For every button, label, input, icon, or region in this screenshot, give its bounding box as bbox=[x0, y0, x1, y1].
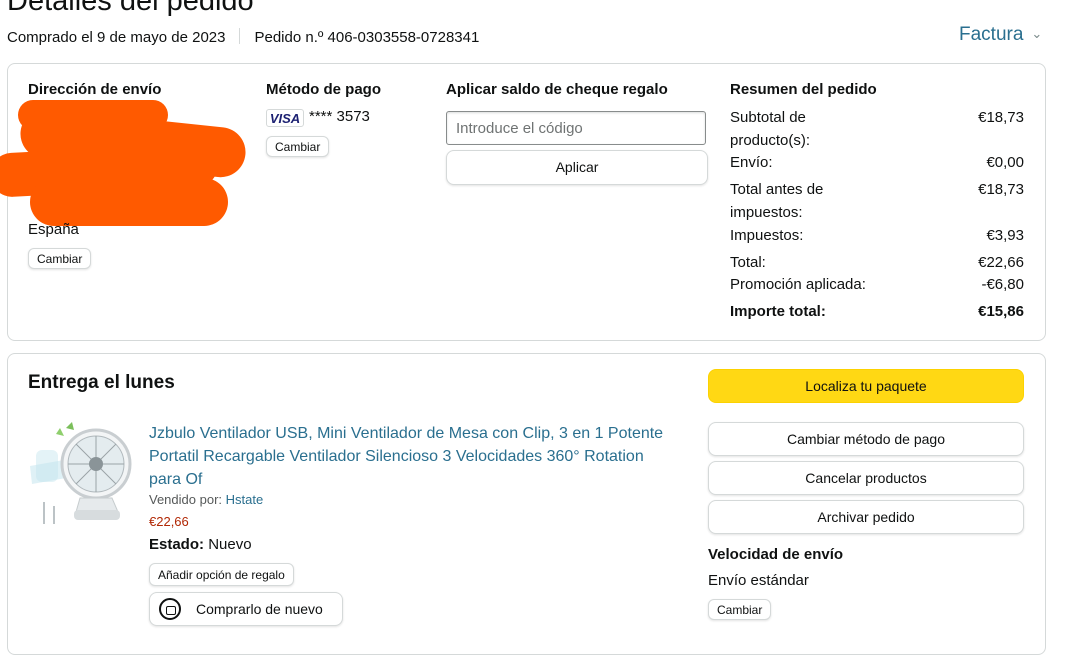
summary-label: Total: bbox=[730, 254, 766, 271]
buy-again-button[interactable]: Comprarlo de nuevo bbox=[149, 592, 343, 626]
visa-card-icon: VISA bbox=[266, 109, 304, 127]
product-title-link[interactable]: Jzbulo Ventilador USB, Mini Ventilador d… bbox=[149, 422, 679, 491]
summary-value: €18,73 bbox=[978, 109, 1024, 126]
summary-value: €0,00 bbox=[986, 154, 1024, 171]
change-payment-button[interactable]: Cambiar bbox=[266, 136, 330, 157]
summary-label: Envío: bbox=[730, 154, 773, 171]
summary-row-grand-total: Importe total: €15,86 bbox=[730, 300, 1024, 323]
change-payment-method-button[interactable]: Cambiar método de pago bbox=[708, 422, 1024, 456]
condition-value: Nuevo bbox=[208, 536, 252, 553]
summary-value: €22,66 bbox=[978, 254, 1024, 271]
chevron-down-icon: ⌄ bbox=[1031, 26, 1043, 41]
apply-gift-card-button[interactable]: Aplicar bbox=[446, 150, 708, 185]
sold-by-label: Vendido por: bbox=[149, 492, 223, 507]
order-meta: Comprado el 9 de mayo de 2023 Pedido n.º … bbox=[7, 28, 479, 48]
order-summary-title: Resumen del pedido bbox=[730, 81, 877, 98]
purchase-date: Comprado el 9 de mayo de 2023 bbox=[7, 29, 226, 46]
archive-order-button[interactable]: Archivar pedido bbox=[708, 500, 1024, 534]
gift-card-code-input[interactable] bbox=[446, 111, 706, 145]
summary-label: Impuestos: bbox=[730, 227, 804, 244]
track-package-button[interactable]: Localiza tu paquete bbox=[708, 369, 1024, 403]
invoice-dropdown[interactable]: Factura ⌄ bbox=[959, 24, 1042, 46]
shipping-speed-title: Velocidad de envío bbox=[708, 546, 844, 563]
summary-label: Subtotal de producto(s): bbox=[730, 109, 811, 149]
shipping-speed-value: Envío estándar bbox=[708, 572, 809, 589]
gift-card-title: Aplicar saldo de cheque regalo bbox=[446, 81, 668, 98]
cancel-items-button[interactable]: Cancelar productos bbox=[708, 461, 1024, 495]
buy-again-icon bbox=[159, 598, 181, 620]
product-image[interactable] bbox=[30, 420, 134, 528]
summary-row-total: Total: €22,66 bbox=[730, 251, 1024, 274]
seller-link[interactable]: Hstate bbox=[226, 492, 264, 507]
page-title: Detalles del pedido bbox=[7, 0, 254, 17]
summary-label: Importe total: bbox=[730, 303, 826, 320]
summary-value: -€6,80 bbox=[981, 276, 1024, 293]
summary-row-pretax: Total antes de impuestos: €18,73 bbox=[730, 178, 1024, 224]
condition-label: Estado: bbox=[149, 536, 205, 553]
change-shipping-speed-button[interactable]: Cambiar bbox=[708, 599, 772, 620]
summary-value: €15,86 bbox=[978, 303, 1024, 320]
summary-label: Promoción aplicada: bbox=[730, 276, 866, 293]
product-condition: Estado: Nuevo bbox=[149, 536, 252, 553]
summary-row-tax: Impuestos: €3,93 bbox=[730, 224, 1024, 247]
summary-value: €3,93 bbox=[986, 227, 1024, 244]
delivery-title: Entrega el lunes bbox=[28, 372, 175, 393]
product-price: €22,66 bbox=[149, 514, 189, 529]
invoice-label: Factura bbox=[959, 24, 1024, 45]
meta-divider bbox=[239, 28, 241, 44]
card-number: **** 3573 bbox=[309, 108, 370, 125]
seller-info: Vendido por: Hstate bbox=[149, 492, 263, 507]
buy-again-label: Comprarlo de nuevo bbox=[196, 601, 323, 617]
shipping-country: España bbox=[28, 221, 79, 238]
summary-row-subtotal: Subtotal de producto(s): €18,73 bbox=[730, 106, 1024, 152]
payment-method-title: Método de pago bbox=[266, 81, 381, 98]
summary-row-shipping: Envío: €0,00 bbox=[730, 151, 1024, 174]
order-number: Pedido n.º 406-0303558-0728341 bbox=[254, 29, 480, 46]
summary-value: €18,73 bbox=[978, 181, 1024, 198]
add-gift-option-button[interactable]: Añadir opción de regalo bbox=[149, 563, 294, 586]
summary-label: Total antes de impuestos: bbox=[730, 181, 824, 221]
shipping-address-title: Dirección de envío bbox=[28, 81, 162, 98]
change-address-button[interactable]: Cambiar bbox=[28, 248, 92, 269]
summary-row-promotion: Promoción aplicada: -€6,80 bbox=[730, 273, 1024, 296]
